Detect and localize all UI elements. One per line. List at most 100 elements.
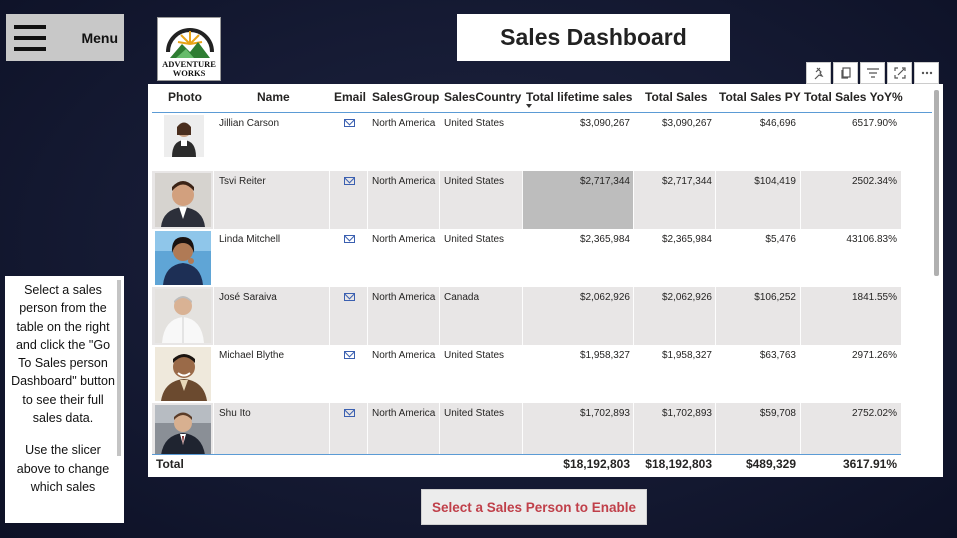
adventure-works-logo: ADVENTURE WORKS [157, 17, 221, 81]
total-total-sales: $18,192,803 [645, 457, 712, 471]
cell-salesgroup: North America [372, 118, 436, 129]
column-header-yoy[interactable]: Total Sales YoY% [804, 90, 903, 110]
cell-salesgroup: North America [372, 292, 436, 303]
sort-descending-icon [526, 104, 532, 108]
cell-lifetime-sales: $3,090,267 [579, 118, 630, 129]
cell-name: Tsvi Reiter [219, 176, 266, 187]
cell-salescountry: United States [444, 408, 505, 419]
more-options-button[interactable] [914, 62, 939, 84]
table-row[interactable]: Linda Mitchell North America United Stat… [152, 229, 901, 287]
cell-lifetime-sales: $2,365,984 [579, 234, 630, 245]
cell-total-sales-py: $5,476 [765, 234, 796, 245]
filter-button[interactable] [860, 62, 885, 84]
email-icon[interactable] [344, 351, 355, 359]
cell-yoy: 2971.26% [851, 350, 897, 361]
logo-line-2: WORKS [172, 68, 206, 78]
totals-divider [152, 454, 901, 455]
email-icon[interactable] [344, 293, 355, 301]
instructions-text-2: Use the slicer above to change which sal… [16, 443, 110, 494]
email-icon[interactable] [344, 119, 355, 127]
cell-salesgroup: North America [372, 408, 436, 419]
total-lifetime-sales: $18,192,803 [563, 457, 630, 471]
cell-yoy: 2502.34% [851, 176, 897, 187]
cell-salescountry: United States [444, 234, 505, 245]
total-label: Total [156, 457, 184, 471]
column-header-salescountry[interactable]: SalesCountry [444, 90, 521, 110]
page-title: Sales Dashboard [500, 24, 687, 50]
cell-total-sales-py: $63,763 [759, 350, 796, 361]
email-icon[interactable] [344, 235, 355, 243]
cell-salescountry: Canada [444, 292, 480, 303]
cell-lifetime-sales: $1,958,327 [579, 350, 630, 361]
sales-person-table: Photo Name Email SalesGroup SalesCountry… [148, 84, 943, 477]
cell-lifetime-sales: $1,702,893 [579, 408, 630, 419]
cell-yoy: 1841.55% [851, 292, 897, 303]
column-header-salesgroup[interactable]: SalesGroup [372, 90, 439, 110]
cell-yoy: 43106.83% [846, 234, 897, 245]
cell-lifetime-sales: $2,717,344 [579, 176, 630, 187]
sales-person-photo [164, 115, 204, 157]
copy-icon [840, 67, 851, 79]
cell-salesgroup: North America [372, 350, 436, 361]
cell-total-sales: $2,365,984 [661, 234, 712, 245]
cell-yoy: 2752.02% [851, 408, 897, 419]
column-header-photo[interactable]: Photo [168, 90, 202, 110]
dashboard-title-box: Sales Dashboard [457, 14, 730, 61]
total-total-sales-py: $489,329 [745, 457, 796, 471]
cell-total-sales-py: $46,696 [759, 118, 796, 129]
go-to-sales-person-button[interactable]: Select a Sales Person to Enable [421, 489, 647, 525]
cell-lifetime-sales: $2,062,926 [579, 292, 630, 303]
email-icon[interactable] [344, 177, 355, 185]
table-row[interactable]: Michael Blythe North America United Stat… [152, 345, 901, 403]
cell-total-sales: $2,062,926 [661, 292, 712, 303]
column-header-total-sales[interactable]: Total Sales [645, 90, 707, 110]
cell-yoy: 6517.90% [851, 118, 897, 129]
table-row[interactable]: Shu Ito North America United States $1,7… [152, 403, 901, 455]
table-row[interactable]: Tsvi Reiter North America United States … [152, 171, 901, 229]
sales-person-photo [155, 173, 211, 227]
table-scrollbar[interactable] [934, 90, 939, 276]
email-icon[interactable] [344, 409, 355, 417]
visual-toolbar [806, 62, 939, 84]
focus-mode-button[interactable] [887, 62, 912, 84]
cell-name: Shu Ito [219, 408, 251, 419]
sales-person-photo [155, 289, 211, 343]
pin-button[interactable] [806, 62, 831, 84]
column-header-email[interactable]: Email [334, 90, 366, 110]
instructions-panel: Select a sales person from the table on … [5, 276, 124, 523]
cell-salesgroup: North America [372, 234, 436, 245]
table-row[interactable]: Jillian Carson North America United Stat… [152, 113, 901, 171]
copy-button[interactable] [833, 62, 858, 84]
cell-total-sales: $3,090,267 [661, 118, 712, 129]
cell-total-sales: $2,717,344 [661, 176, 712, 187]
column-header-name[interactable]: Name [257, 90, 290, 110]
instructions-text-1: Select a sales person from the table on … [11, 283, 115, 426]
filter-icon [866, 68, 879, 78]
total-yoy: 3617.91% [842, 457, 897, 471]
more-options-icon [921, 71, 932, 75]
column-header-total-sales-py[interactable]: Total Sales PY [719, 90, 801, 110]
hamburger-icon [14, 24, 46, 51]
pin-icon [814, 67, 823, 80]
cell-total-sales: $1,958,327 [661, 350, 712, 361]
cell-name: Linda Mitchell [219, 234, 281, 245]
column-header-lifetime-sales[interactable]: Total lifetime sales [526, 90, 632, 110]
menu-label: Menu [81, 29, 118, 46]
cell-total-sales: $1,702,893 [661, 408, 712, 419]
instructions-scrollbar[interactable] [117, 280, 121, 456]
cell-name: Michael Blythe [219, 350, 285, 361]
cell-total-sales-py: $59,708 [759, 408, 796, 419]
sales-person-photo [155, 405, 211, 455]
cell-salescountry: United States [444, 176, 505, 187]
cell-total-sales-py: $104,419 [754, 176, 796, 187]
cell-salesgroup: North America [372, 176, 436, 187]
cell-name: José Saraiva [219, 292, 277, 303]
menu-button[interactable]: Menu [6, 14, 124, 61]
cell-total-sales-py: $106,252 [754, 292, 796, 303]
cell-salescountry: United States [444, 118, 505, 129]
focus-mode-icon [893, 67, 906, 79]
cell-name: Jillian Carson [219, 118, 280, 129]
sales-person-photo [155, 347, 211, 401]
table-row[interactable]: José Saraiva North America Canada $2,062… [152, 287, 901, 345]
logo-emblem-icon [166, 28, 214, 58]
